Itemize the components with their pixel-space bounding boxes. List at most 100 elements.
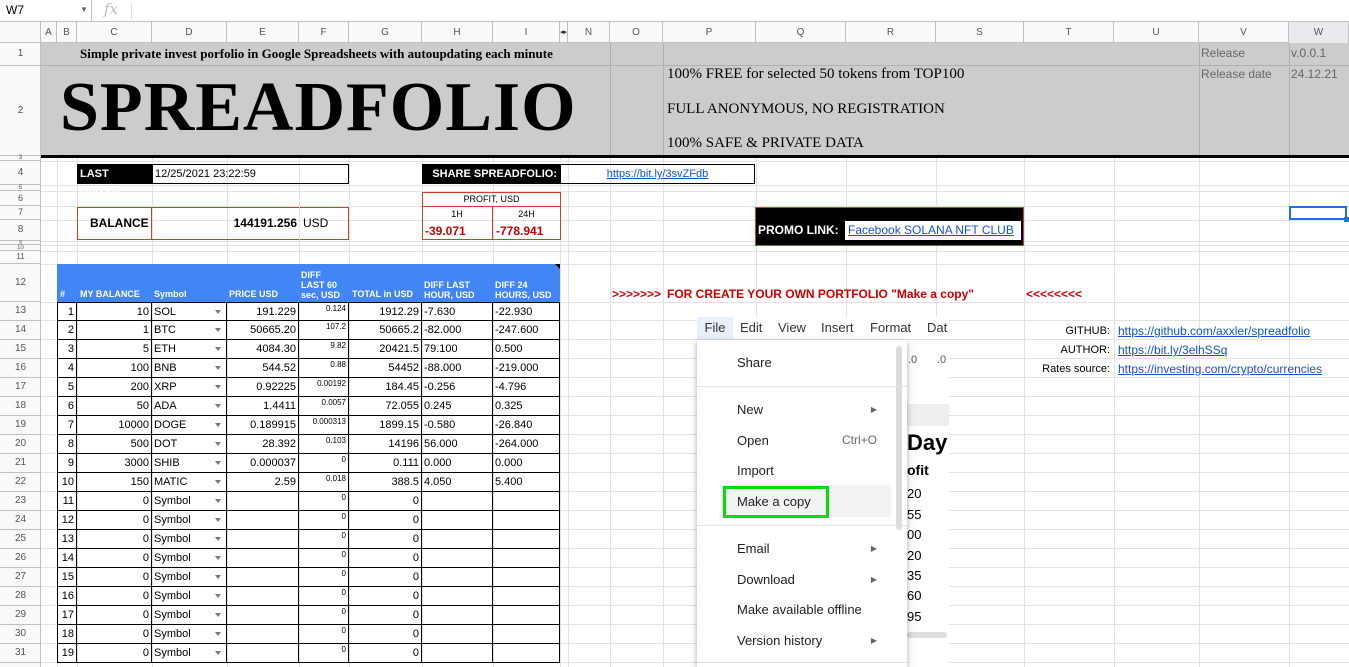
row-header[interactable]: 7 <box>0 206 41 220</box>
diff-hour-cell[interactable] <box>422 530 493 549</box>
dropdown-arrow-icon[interactable] <box>215 594 221 598</box>
symbol-cell[interactable]: Symbol <box>152 625 227 644</box>
dropdown-arrow-icon[interactable] <box>215 328 221 332</box>
row-header[interactable]: 27 <box>0 568 41 587</box>
my-balance-cell[interactable]: 10 <box>77 303 152 322</box>
dropdown-arrow-icon[interactable] <box>215 404 221 408</box>
my-balance-cell[interactable]: 500 <box>77 435 152 454</box>
row-number-cell[interactable]: 18 <box>57 625 77 644</box>
menu-item-open[interactable]: Open <box>737 433 769 448</box>
column-header-o[interactable]: O <box>610 22 663 43</box>
row-header[interactable]: 12 <box>0 264 41 302</box>
price-usd-cell[interactable] <box>227 568 299 587</box>
price-usd-cell[interactable]: 4084.30 <box>227 340 299 359</box>
diff-24h-cell[interactable]: 0.000 <box>493 454 560 473</box>
chevron-down-icon[interactable]: ▼ <box>80 5 88 14</box>
diff-hour-cell[interactable]: -82.000 <box>422 321 493 340</box>
row-header[interactable]: 13 <box>0 302 41 321</box>
diff-hour-cell[interactable] <box>422 606 493 625</box>
diff-60s-cell[interactable]: 107.2 <box>299 321 349 340</box>
selected-cell[interactable] <box>1289 206 1347 220</box>
column-header-h[interactable]: H <box>422 22 493 43</box>
price-usd-cell[interactable] <box>227 530 299 549</box>
diff-60s-cell[interactable]: 0 <box>299 625 349 644</box>
row-number-cell[interactable]: 14 <box>57 549 77 568</box>
symbol-cell[interactable]: Symbol <box>152 530 227 549</box>
diff-hour-cell[interactable] <box>422 511 493 530</box>
diff-24h-cell[interactable] <box>493 568 560 587</box>
total-usd-cell[interactable]: 20421.5 <box>349 340 422 359</box>
row-header[interactable]: 28 <box>0 587 41 606</box>
dropdown-arrow-icon[interactable] <box>215 366 221 370</box>
diff-hour-cell[interactable]: 79.100 <box>422 340 493 359</box>
price-usd-cell[interactable]: 1.4411 <box>227 397 299 416</box>
row-number-cell[interactable]: 6 <box>57 397 77 416</box>
row-number-cell[interactable]: 7 <box>57 416 77 435</box>
row-header[interactable]: 1 <box>0 43 41 66</box>
diff-24h-cell[interactable]: -264.000 <box>493 435 560 454</box>
diff-60s-cell[interactable]: 9.82 <box>299 340 349 359</box>
my-balance-cell[interactable]: 0 <box>77 606 152 625</box>
diff-60s-cell[interactable]: 0 <box>299 511 349 530</box>
diff-hour-cell[interactable]: -7.630 <box>422 303 493 322</box>
column-header-q[interactable]: Q <box>756 22 846 43</box>
row-number-cell[interactable]: 12 <box>57 511 77 530</box>
symbol-cell[interactable]: Symbol <box>152 587 227 606</box>
dropdown-arrow-icon[interactable] <box>215 537 221 541</box>
symbol-cell[interactable]: Symbol <box>152 549 227 568</box>
row-number-cell[interactable]: 4 <box>57 359 77 378</box>
row-number-cell[interactable]: 13 <box>57 530 77 549</box>
column-header-n[interactable]: N <box>568 22 610 43</box>
row-number-cell[interactable]: 11 <box>57 492 77 511</box>
total-usd-cell[interactable]: 0 <box>349 511 422 530</box>
total-usd-cell[interactable]: 184.45 <box>349 378 422 397</box>
menu-item-share[interactable]: Share <box>737 355 772 370</box>
total-usd-cell[interactable]: 72.055 <box>349 397 422 416</box>
diff-24h-cell[interactable]: -219.000 <box>493 359 560 378</box>
diff-24h-cell[interactable]: 0.325 <box>493 397 560 416</box>
row-header[interactable]: 15 <box>0 340 41 359</box>
my-balance-cell[interactable]: 50 <box>77 397 152 416</box>
symbol-cell[interactable]: DOGE <box>152 416 227 435</box>
symbol-cell[interactable]: Symbol <box>152 568 227 587</box>
menu-format[interactable]: Format <box>870 317 911 339</box>
row-header[interactable]: 8 <box>0 220 41 241</box>
column-header-i[interactable]: I <box>493 22 560 43</box>
row-header[interactable]: 21 <box>0 454 41 473</box>
row-header[interactable]: 31 <box>0 644 41 663</box>
diff-24h-cell[interactable] <box>493 549 560 568</box>
menu-item-import[interactable]: Import <box>737 463 774 478</box>
menu-insert[interactable]: Insert <box>821 317 854 339</box>
name-box[interactable]: W7 ▼ <box>0 0 92 22</box>
row-number-cell[interactable]: 1 <box>57 303 77 322</box>
diff-60s-cell[interactable]: 0 <box>299 492 349 511</box>
my-balance-cell[interactable]: 0 <box>77 530 152 549</box>
total-usd-cell[interactable]: 0 <box>349 587 422 606</box>
row-header[interactable]: 20 <box>0 435 41 454</box>
total-usd-cell[interactable]: 0 <box>349 568 422 587</box>
my-balance-cell[interactable]: 3000 <box>77 454 152 473</box>
diff-24h-cell[interactable] <box>493 625 560 644</box>
diff-24h-cell[interactable]: 5.400 <box>493 473 560 492</box>
dropdown-arrow-icon[interactable] <box>215 651 221 655</box>
row-header[interactable]: 26 <box>0 549 41 568</box>
column-header-r[interactable]: R <box>846 22 936 43</box>
column-header-s[interactable]: S <box>936 22 1024 43</box>
my-balance-cell[interactable]: 0 <box>77 549 152 568</box>
fill-handle[interactable] <box>1344 217 1349 222</box>
diff-24h-cell[interactable] <box>493 530 560 549</box>
diff-hour-cell[interactable] <box>422 549 493 568</box>
menu-file[interactable]: File <box>697 317 733 339</box>
price-usd-cell[interactable] <box>227 511 299 530</box>
author-link[interactable]: https://bit.ly/3elhSSq <box>1118 343 1227 357</box>
column-header-f[interactable]: F <box>299 22 349 43</box>
diff-60s-cell[interactable]: 0.0057 <box>299 397 349 416</box>
menu-view[interactable]: View <box>778 317 806 339</box>
row-number-cell[interactable]: 17 <box>57 606 77 625</box>
diff-hour-cell[interactable]: 0.000 <box>422 454 493 473</box>
row-header[interactable]: 16 <box>0 359 41 378</box>
symbol-cell[interactable]: Symbol <box>152 511 227 530</box>
diff-60s-cell[interactable]: 0.124 <box>299 303 349 322</box>
diff-24h-cell[interactable]: -4.796 <box>493 378 560 397</box>
dropdown-arrow-icon[interactable] <box>215 480 221 484</box>
